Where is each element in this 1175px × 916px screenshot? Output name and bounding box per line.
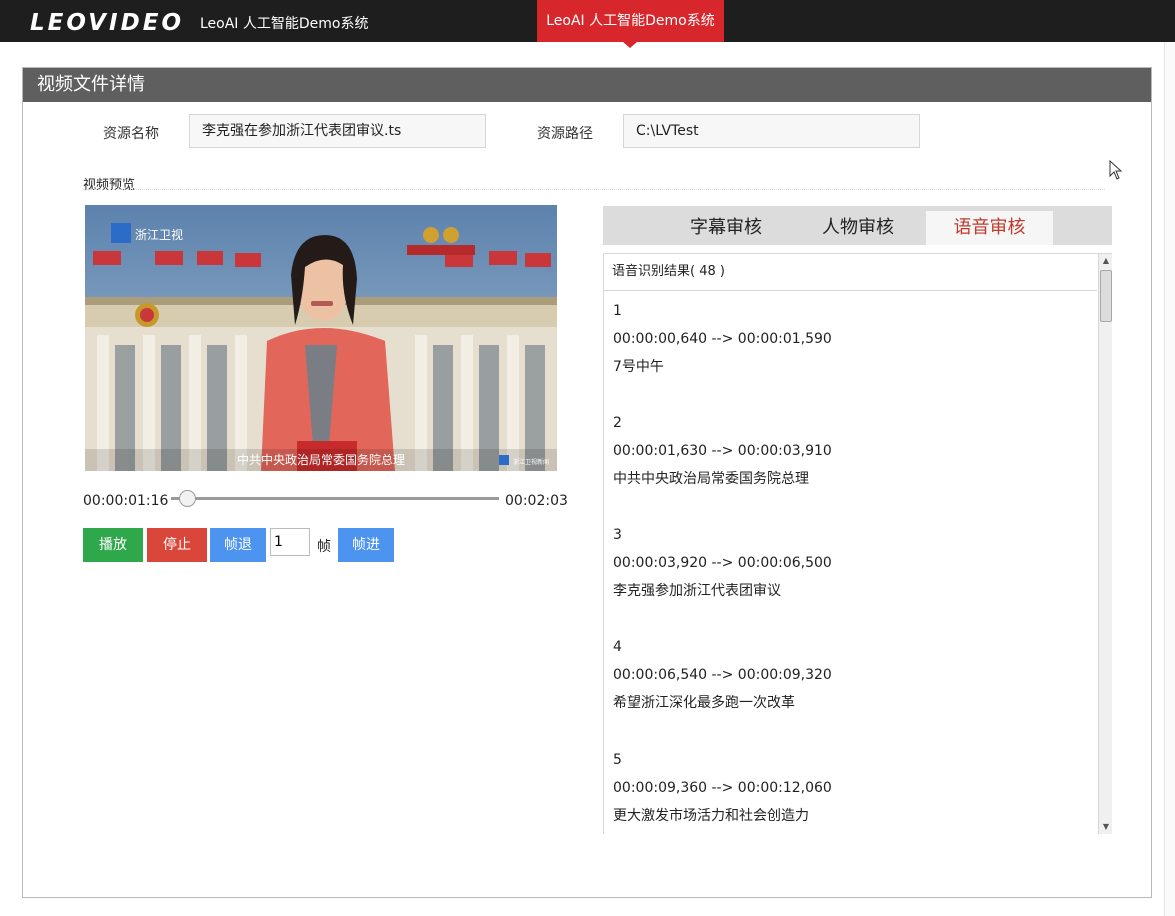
entry-time: 00:00:06,540 --> 00:00:09,320 xyxy=(613,667,832,683)
total-time: 00:02:03 xyxy=(505,493,568,509)
resource-path-label: 资源路径 xyxy=(537,126,593,142)
entry-text: 7号中午 xyxy=(613,359,664,375)
progress-slider[interactable] xyxy=(171,497,499,500)
frame-count-input[interactable] xyxy=(270,528,310,556)
entry-time: 00:00:09,360 --> 00:00:12,060 xyxy=(613,780,832,796)
list-item: 4 00:00:06,540 --> 00:00:09,320 希望浙江深化最多… xyxy=(613,639,832,723)
speech-results-panel: 语音识别结果( 48 ) 1 00:00:00,640 --> 00:00:01… xyxy=(603,253,1112,834)
step-back-button[interactable]: 帧退 xyxy=(210,528,266,562)
list-item: 2 00:00:01,630 --> 00:00:03,910 中共中央政治局常… xyxy=(613,415,832,499)
entry-time: 00:00:03,920 --> 00:00:06,500 xyxy=(613,555,832,571)
resource-path-field[interactable]: C:\LVTest xyxy=(623,114,920,148)
tab-subtitle-review[interactable]: 字幕审核 xyxy=(675,211,777,245)
svg-text:LEOVIDEO: LEOVIDEO xyxy=(30,10,180,34)
list-item: 3 00:00:03,920 --> 00:00:06,500 李克强参加浙江代… xyxy=(613,527,832,611)
resource-name-field[interactable]: 李克强在参加浙江代表团审议.ts xyxy=(189,114,486,148)
tab-speech-review[interactable]: 语音审核 xyxy=(926,211,1053,245)
leovideo-logo[interactable]: LEOVIDEO xyxy=(30,8,182,34)
list-item: 1 00:00:00,640 --> 00:00:01,590 7号中午 xyxy=(613,303,832,387)
scroll-down-icon[interactable]: ▼ xyxy=(1099,820,1112,834)
nav-tab-label: LeoAI 人工智能Demo系统 xyxy=(546,13,715,29)
review-tab-bar: 字幕审核 人物审核 语音审核 xyxy=(603,206,1112,245)
entry-index: 1 xyxy=(613,303,622,319)
tab-person-review[interactable]: 人物审核 xyxy=(807,211,909,245)
entry-time: 00:00:00,640 --> 00:00:01,590 xyxy=(613,331,832,347)
entry-index: 4 xyxy=(613,639,622,655)
channel-logo: 浙江卫视 xyxy=(135,227,183,242)
video-player[interactable]: 浙江卫视 中共中央政治局常委国务院总理 浙江卫视新闻 xyxy=(85,205,557,471)
preview-section-title: 视频预览 xyxy=(83,178,136,193)
entry-text: 中共中央政治局常委国务院总理 xyxy=(613,471,809,487)
active-tab-caret xyxy=(623,42,637,48)
entry-index: 3 xyxy=(613,527,622,543)
video-subtitle: 中共中央政治局常委国务院总理 xyxy=(237,452,405,467)
entry-text: 更大激发市场活力和社会创造力 xyxy=(613,808,809,824)
entry-index: 2 xyxy=(613,415,622,431)
frame-unit-label: 帧 xyxy=(317,539,331,555)
entry-time: 00:00:01,630 --> 00:00:03,910 xyxy=(613,443,832,459)
results-header: 语音识别结果( 48 ) xyxy=(604,254,1097,291)
entry-index: 5 xyxy=(613,752,622,768)
progress-slider-handle[interactable] xyxy=(178,490,196,507)
results-scrollbar[interactable]: ▲ ▼ xyxy=(1098,254,1112,834)
resource-name-label: 资源名称 xyxy=(103,126,159,142)
entry-text: 希望浙江深化最多跑一次改革 xyxy=(613,695,795,711)
top-bar: LEOVIDEO LeoAI 人工智能Demo系统 LeoAI 人工智能Demo… xyxy=(0,0,1175,48)
video-watermark: 浙江卫视新闻 xyxy=(513,458,549,466)
scroll-up-icon[interactable]: ▲ xyxy=(1099,254,1112,268)
nav-tab-leoai[interactable]: LeoAI 人工智能Demo系统 xyxy=(537,0,724,48)
system-title: LeoAI 人工智能Demo系统 xyxy=(200,16,369,32)
play-button[interactable]: 播放 xyxy=(83,528,143,562)
mouse-cursor-icon xyxy=(1109,160,1123,180)
list-item: 5 00:00:09,360 --> 00:00:12,060 更大激发市场活力… xyxy=(613,752,832,834)
page-scrollbar[interactable] xyxy=(1164,42,1175,916)
results-list[interactable]: 1 00:00:00,640 --> 00:00:01,590 7号中午 2 0… xyxy=(604,292,1097,834)
video-detail-panel: 视频文件详情 资源名称 李克强在参加浙江代表团审议.ts 资源路径 C:\LVT… xyxy=(22,67,1152,898)
step-forward-button[interactable]: 帧进 xyxy=(338,528,394,562)
section-divider xyxy=(83,189,1105,190)
panel-title: 视频文件详情 xyxy=(23,68,1151,102)
scroll-thumb[interactable] xyxy=(1100,270,1112,322)
stop-button[interactable]: 停止 xyxy=(147,528,207,562)
current-time: 00:00:01:16 xyxy=(83,493,169,509)
entry-text: 李克强参加浙江代表团审议 xyxy=(613,583,781,599)
